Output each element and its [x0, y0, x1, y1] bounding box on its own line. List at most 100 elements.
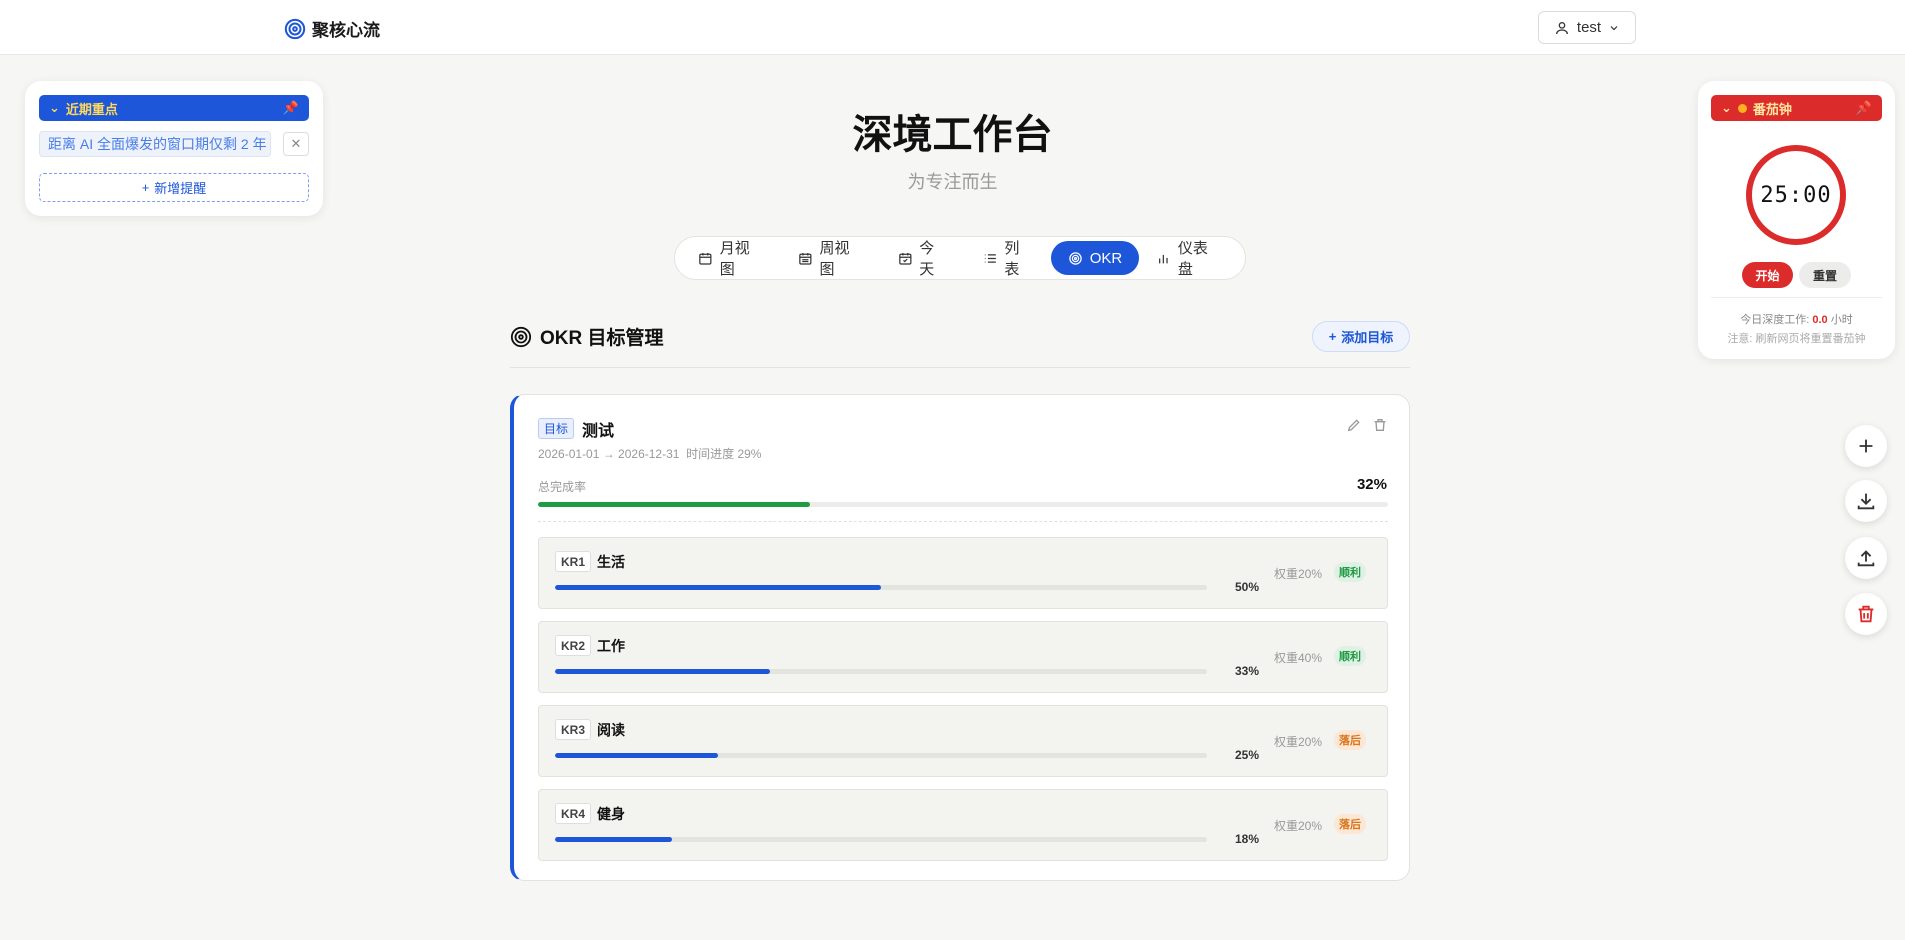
reminder-item[interactable]: 距离 AI 全面爆发的窗口期仅剩 2 年	[39, 131, 271, 157]
kr-percent: 33%	[1234, 664, 1259, 678]
stat-value: 0.0	[1812, 314, 1828, 326]
upload-icon	[1857, 550, 1875, 567]
okr-title-text: OKR 目标管理	[540, 328, 664, 349]
pomodoro-widget: ⌄ 番茄钟 📌 25:00 开始 重置 今日深度工作: 0.0 小时 注意: 刷…	[1698, 81, 1895, 359]
pomodoro-note: 注意: 刷新网页将重置番茄钟	[1727, 333, 1866, 345]
view-tabs: 月视图 周视图 今天 列表 OKR 仪表盘	[674, 236, 1246, 280]
download-icon	[1857, 493, 1875, 510]
divider	[1711, 297, 1882, 298]
kr-row[interactable]: KR4 健身 18% 权重20% 落后	[538, 789, 1388, 861]
kr-status-badge: 落后	[1334, 730, 1366, 750]
kr-progress-bar	[555, 753, 1207, 758]
plus-icon: +	[141, 180, 150, 195]
upload-button[interactable]	[1845, 537, 1887, 579]
kr-name: 阅读	[597, 722, 625, 738]
stat-unit: 小时	[1830, 314, 1853, 326]
add-goal-label: 添加目标	[1341, 330, 1394, 345]
kr-name: 健身	[597, 806, 625, 822]
kr-weight: 权重20%	[1274, 567, 1323, 581]
chevron-down-icon: ⌄	[49, 100, 60, 115]
okr-section-title: OKR 目标管理	[510, 323, 664, 350]
user-icon	[1555, 21, 1568, 34]
tab-label: OKR	[1089, 249, 1123, 267]
kr-weight: 权重20%	[1274, 819, 1323, 833]
tab-label: 周视图	[819, 240, 850, 278]
chevron-down-icon: ⌄	[1721, 100, 1732, 115]
goal-dates: 2026-01-01 → 2026-12-31 时间进度 29%	[538, 445, 761, 462]
date-range: 2026-01-01 → 2026-12-31	[538, 447, 680, 461]
kr-weight: 权重40%	[1274, 651, 1323, 665]
brand-name: 聚核心流	[312, 21, 380, 40]
kr-status-badge: 顺利	[1334, 646, 1366, 666]
deep-work-stat: 今日深度工作: 0.0 小时	[1698, 311, 1895, 327]
total-value: 32%	[1356, 476, 1387, 493]
remove-reminder-button[interactable]: ✕	[283, 132, 309, 156]
total-progress-bar	[538, 502, 1388, 507]
kr-progress-fill	[555, 585, 881, 590]
pin-icon[interactable]: 📌	[283, 100, 299, 116]
divider	[538, 521, 1388, 522]
kr-row[interactable]: KR1 生活 50% 权重20% 顺利	[538, 537, 1388, 609]
goal-card: 目标 测试 2026-01-01 → 2026-12-31 时间进度 29% 总…	[510, 394, 1410, 881]
kr-row[interactable]: KR3 阅读 25% 权重20% 落后	[538, 705, 1388, 777]
total-label: 总完成率	[538, 480, 587, 494]
kr-percent: 25%	[1234, 748, 1259, 762]
kr-progress-fill	[555, 669, 771, 674]
kr-row[interactable]: KR2 工作 33% 权重40% 顺利	[538, 621, 1388, 693]
kr-progress-bar	[555, 585, 1207, 590]
kr-tag: KR3	[555, 719, 592, 740]
reminder-text: 距离 AI 全面爆发的窗口期仅剩 2 年	[48, 136, 267, 152]
user-menu-button[interactable]: test	[1538, 11, 1636, 44]
plus-icon: +	[1328, 329, 1337, 344]
pin-icon[interactable]: 📌	[1856, 100, 1872, 116]
add-goal-button[interactable]: + 添加目标	[1312, 321, 1410, 352]
tab-okr[interactable]: OKR	[1050, 241, 1140, 275]
calendar-check-icon	[898, 252, 912, 265]
target-icon	[510, 326, 532, 347]
reminders-title: 近期重点	[65, 101, 118, 117]
target-icon	[284, 18, 306, 39]
kr-progress-fill	[555, 837, 673, 842]
kr-percent: 18%	[1234, 832, 1259, 846]
kr-progress-fill	[555, 753, 718, 758]
add-reminder-button[interactable]: + 新增提醒	[39, 173, 309, 202]
calendar-week-icon	[799, 252, 812, 265]
goal-badge: 目标	[538, 418, 575, 439]
kr-name: 工作	[597, 638, 625, 654]
kr-tag: KR4	[555, 803, 592, 824]
start-button[interactable]: 开始	[1742, 262, 1793, 288]
download-button[interactable]	[1845, 480, 1887, 522]
timer-value: 25:00	[1760, 182, 1832, 208]
tab-month[interactable]: 月视图	[681, 240, 781, 278]
goal-title: 测试	[582, 423, 615, 440]
tab-list[interactable]: 列表	[966, 240, 1051, 278]
goal-actions	[1346, 417, 1388, 433]
pomodoro-timer: 25:00	[1746, 145, 1846, 245]
pomodoro-header[interactable]: ⌄ 番茄钟 📌	[1711, 95, 1882, 121]
total-progress-fill	[538, 502, 810, 507]
add-fab-button[interactable]	[1845, 425, 1887, 467]
tab-today[interactable]: 今天	[881, 240, 966, 278]
tomato-icon	[1737, 103, 1747, 113]
kr-percent: 50%	[1234, 580, 1259, 594]
kr-progress-bar	[555, 669, 1207, 674]
tab-dashboard[interactable]: 仪表盘	[1139, 240, 1239, 278]
tab-week[interactable]: 周视图	[781, 240, 881, 278]
add-reminder-label: 新增提醒	[154, 181, 207, 196]
pomodoro-title: 番茄钟	[1752, 101, 1792, 117]
kr-status-badge: 落后	[1334, 814, 1366, 834]
divider	[510, 367, 1410, 368]
tab-label: 月视图	[719, 240, 750, 278]
top-bar: 聚核心流 test	[0, 0, 1905, 55]
brand-logo[interactable]: 聚核心流	[284, 16, 380, 41]
close-icon: ✕	[290, 136, 302, 151]
trash-icon[interactable]	[1372, 417, 1388, 433]
time-progress: 时间进度 29%	[686, 447, 762, 461]
reset-button[interactable]: 重置	[1799, 262, 1851, 288]
delete-all-button[interactable]	[1845, 593, 1887, 635]
chevron-down-icon	[1610, 25, 1618, 30]
plus-icon	[1859, 439, 1873, 453]
reminders-header[interactable]: ⌄ 近期重点 📌	[39, 95, 309, 121]
edit-icon[interactable]	[1346, 417, 1362, 433]
tab-label: 今天	[919, 240, 935, 278]
